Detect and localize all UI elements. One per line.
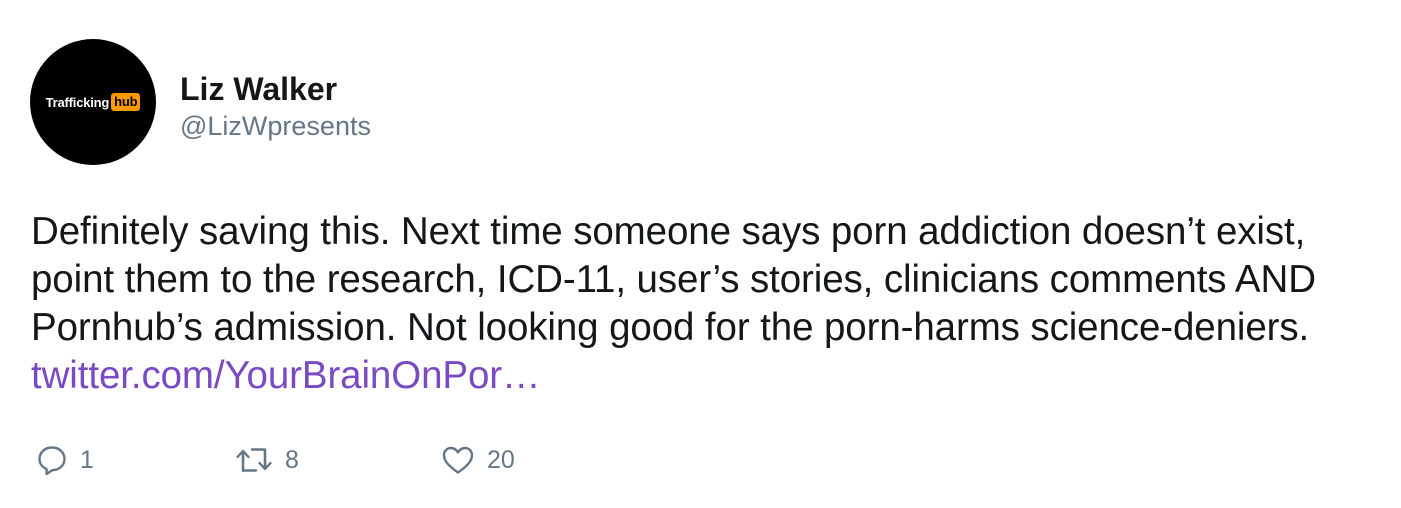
logo-hub-badge: hub [111,93,141,111]
reply-count: 1 [80,446,94,474]
author-block: Liz Walker @LizWpresents [180,70,371,143]
tweet-actions: 1 8 20 [36,443,636,477]
tweet-card: Trafficking hub Liz Walker @LizWpresents… [0,0,1401,508]
author-display-name[interactable]: Liz Walker [180,70,371,108]
author-handle[interactable]: @LizWpresents [180,109,371,143]
like-button[interactable]: 20 [441,443,515,477]
heart-icon [441,444,475,476]
retweet-icon [235,444,273,476]
avatar[interactable]: Trafficking hub [30,39,156,165]
like-count: 20 [487,446,515,474]
reply-button[interactable]: 1 [36,443,94,477]
logo-word: Trafficking [45,94,110,110]
tweet-body-text: Definitely saving this. Next time someon… [31,210,1316,349]
tweet-link[interactable]: twitter.com/YourBrainOnPor… [31,354,541,397]
reply-icon [36,444,68,476]
tweet-text: Definitely saving this. Next time someon… [31,208,1381,400]
retweet-count: 8 [285,446,299,474]
retweet-button[interactable]: 8 [235,443,299,477]
trafficking-hub-logo: Trafficking hub [46,93,141,111]
